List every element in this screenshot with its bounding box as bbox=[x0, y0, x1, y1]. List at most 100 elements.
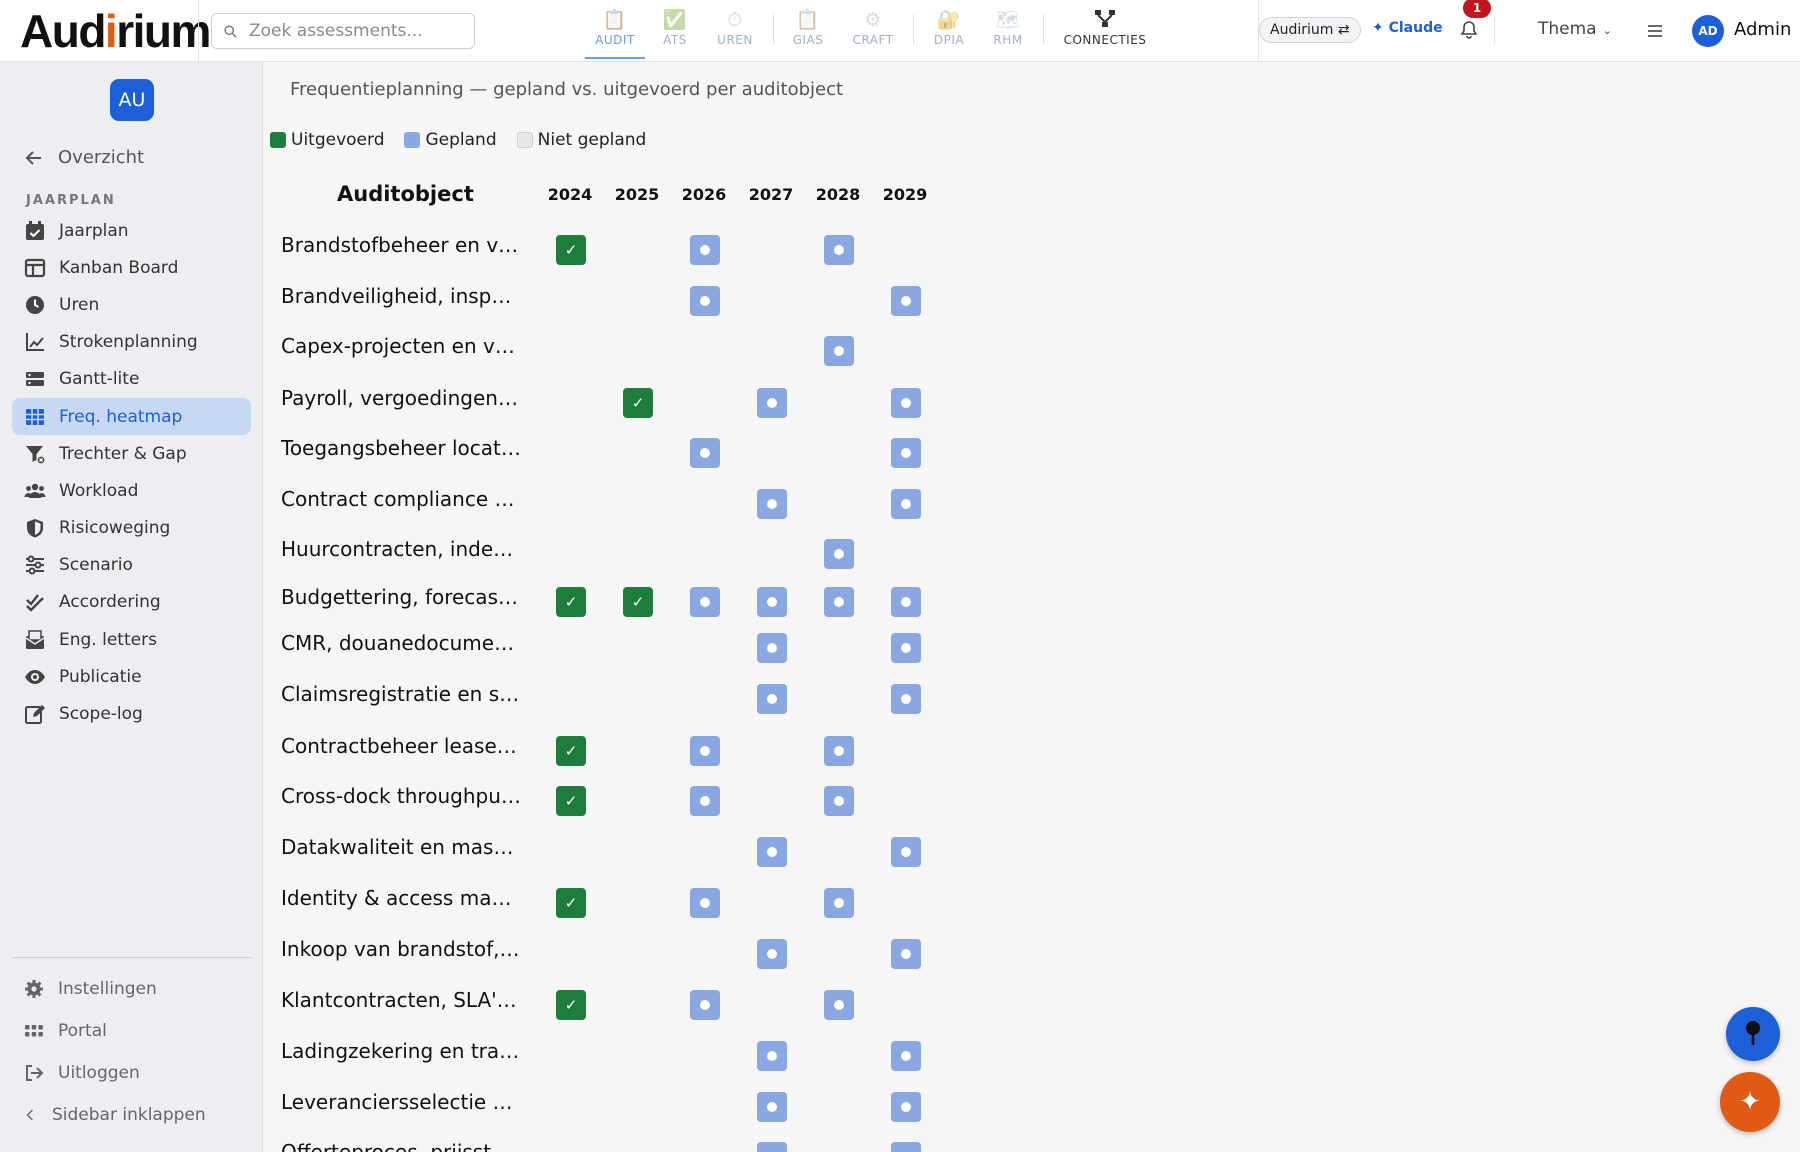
theme-dropdown[interactable]: Thema ⌄ bbox=[1538, 19, 1612, 39]
heatmap-cell-planned[interactable] bbox=[824, 786, 854, 816]
table-row[interactable]: Toegangsbeheer locat… bbox=[264, 428, 964, 468]
sidebar-item-uren[interactable]: Uren bbox=[12, 286, 251, 323]
module-tab-uren[interactable]: ⏱ UREN bbox=[705, 9, 765, 59]
user-avatar[interactable]: AD bbox=[1692, 15, 1724, 47]
table-row[interactable]: Klantcontracten, SLA'… ✓ bbox=[264, 980, 964, 1020]
heatmap-cell-planned[interactable] bbox=[690, 438, 720, 468]
heatmap-cell-planned[interactable] bbox=[824, 990, 854, 1020]
heatmap-cell-planned[interactable] bbox=[891, 684, 921, 714]
heatmap-cell-planned[interactable] bbox=[757, 388, 787, 418]
table-row[interactable]: Payroll, vergoedingen… ✓ bbox=[264, 378, 964, 418]
sidebar-item-accordering[interactable]: Accordering bbox=[12, 584, 251, 621]
heatmap-cell-planned[interactable] bbox=[824, 888, 854, 918]
claude-button[interactable]: ✦ Claude bbox=[1372, 20, 1443, 36]
heatmap-cell-planned[interactable] bbox=[891, 837, 921, 867]
table-row[interactable]: Identity & access ma… ✓ bbox=[264, 878, 964, 918]
table-row[interactable]: Offerteproces, prijsst… bbox=[264, 1132, 964, 1152]
heatmap-cell-planned[interactable] bbox=[757, 489, 787, 519]
sidebar-item-workload[interactable]: Workload bbox=[12, 472, 251, 509]
table-row[interactable]: Budgettering, forecas… ✓ ✓ bbox=[264, 577, 964, 617]
sidebar-item-risicoweging[interactable]: Risicoweging bbox=[12, 510, 251, 547]
sidebar-item-jaarplan[interactable]: Jaarplan bbox=[12, 212, 251, 249]
heatmap-cell-planned[interactable] bbox=[757, 1092, 787, 1122]
table-row[interactable]: Claimsregistratie en s… bbox=[264, 674, 964, 714]
heatmap-cell-planned[interactable] bbox=[757, 684, 787, 714]
search-box[interactable] bbox=[211, 13, 475, 49]
heatmap-cell-planned[interactable] bbox=[690, 736, 720, 766]
heatmap-cell-planned[interactable] bbox=[757, 837, 787, 867]
back-to-overview-link[interactable]: Overzicht bbox=[24, 147, 144, 168]
heatmap-cell-planned[interactable] bbox=[690, 235, 720, 265]
bell-icon[interactable] bbox=[1459, 20, 1479, 40]
module-tab-ats[interactable]: ✅ ATS bbox=[645, 9, 705, 59]
table-row[interactable]: Capex-projecten en v… bbox=[264, 326, 964, 366]
sidebar-item-freq-heatmap[interactable]: Freq. heatmap bbox=[12, 397, 251, 436]
heatmap-cell-planned[interactable] bbox=[891, 489, 921, 519]
heatmap-cell-planned[interactable] bbox=[757, 1142, 787, 1152]
table-row[interactable]: Contract compliance … bbox=[264, 479, 964, 519]
table-row[interactable]: Cross-dock throughpu… ✓ bbox=[264, 776, 964, 816]
heatmap-cell-planned[interactable] bbox=[891, 1041, 921, 1071]
heatmap-cell-done[interactable]: ✓ bbox=[556, 587, 586, 617]
module-tab-dpia[interactable]: 🔐 DPIA bbox=[919, 9, 979, 59]
heatmap-cell-planned[interactable] bbox=[690, 990, 720, 1020]
heatmap-cell-planned[interactable] bbox=[690, 786, 720, 816]
heatmap-cell-planned[interactable] bbox=[891, 587, 921, 617]
module-tab-connecties[interactable]: CONNECTIES bbox=[1060, 9, 1150, 59]
heatmap-cell-planned[interactable] bbox=[824, 587, 854, 617]
heatmap-cell-planned[interactable] bbox=[757, 1041, 787, 1071]
heatmap-cell-planned[interactable] bbox=[690, 587, 720, 617]
ai-assistant-button[interactable]: ✦ bbox=[1720, 1072, 1780, 1132]
workspace-avatar[interactable]: AU bbox=[110, 79, 154, 121]
table-row[interactable]: Brandveiligheid, insp… bbox=[264, 276, 964, 316]
heatmap-cell-done[interactable]: ✓ bbox=[556, 786, 586, 816]
heatmap-cell-planned[interactable] bbox=[757, 633, 787, 663]
heatmap-cell-done[interactable]: ✓ bbox=[556, 990, 586, 1020]
table-row[interactable]: Leveranciersselectie … bbox=[264, 1082, 964, 1122]
table-row[interactable]: Datakwaliteit en mas… bbox=[264, 827, 964, 867]
heatmap-cell-planned[interactable] bbox=[824, 736, 854, 766]
heatmap-cell-planned[interactable] bbox=[891, 939, 921, 969]
heatmap-cell-planned[interactable] bbox=[891, 633, 921, 663]
heatmap-cell-planned[interactable] bbox=[690, 286, 720, 316]
sidebar-item-scenario[interactable]: Scenario bbox=[12, 547, 251, 584]
sidebar-item-trechter-gap[interactable]: Trechter & Gap bbox=[12, 435, 251, 472]
heatmap-cell-done[interactable]: ✓ bbox=[623, 388, 653, 418]
heatmap-cell-planned[interactable] bbox=[824, 336, 854, 366]
sidebar-item-strokenplanning[interactable]: Strokenplanning bbox=[12, 324, 251, 361]
sidebar-item-scope-log[interactable]: Scope-log bbox=[12, 695, 251, 732]
table-row[interactable]: CMR, douanedocume… bbox=[264, 623, 964, 663]
heatmap-cell-planned[interactable] bbox=[891, 1142, 921, 1152]
module-tab-audit[interactable]: 📋 AUDIT bbox=[585, 9, 645, 59]
sidebar-item-uitloggen[interactable]: Uitloggen bbox=[24, 1063, 140, 1083]
module-tab-craft[interactable]: ⚙ CRAFT bbox=[843, 9, 903, 59]
search-input[interactable] bbox=[249, 21, 469, 41]
heatmap-cell-planned[interactable] bbox=[824, 235, 854, 265]
sidebar-collapse-button[interactable]: Sidebar inklappen bbox=[24, 1105, 206, 1125]
heatmap-cell-done[interactable]: ✓ bbox=[556, 235, 586, 265]
sidebar-item-kanban-board[interactable]: Kanban Board bbox=[12, 249, 251, 286]
user-name[interactable]: Admin bbox=[1734, 19, 1791, 40]
sidebar-item-instellingen[interactable]: Instellingen bbox=[24, 979, 157, 999]
sidebar-item-publicatie[interactable]: Publicatie bbox=[12, 658, 251, 695]
heatmap-cell-planned[interactable] bbox=[891, 388, 921, 418]
tenant-switcher[interactable]: Audirium ⇄ bbox=[1259, 17, 1361, 43]
heatmap-cell-planned[interactable] bbox=[891, 1092, 921, 1122]
heatmap-cell-planned[interactable] bbox=[757, 939, 787, 969]
heatmap-cell-done[interactable]: ✓ bbox=[556, 736, 586, 766]
heatmap-cell-planned[interactable] bbox=[891, 438, 921, 468]
heatmap-cell-planned[interactable] bbox=[891, 286, 921, 316]
module-tab-gias[interactable]: 📋 GIAS bbox=[778, 9, 838, 59]
app-logo[interactable]: Audirium bbox=[20, 6, 211, 56]
sidebar-item-eng-letters[interactable]: Eng. letters bbox=[12, 621, 251, 658]
heatmap-cell-planned[interactable] bbox=[690, 888, 720, 918]
table-row[interactable]: Huurcontracten, inde… bbox=[264, 529, 964, 569]
heatmap-cell-planned[interactable] bbox=[824, 539, 854, 569]
sidebar-item-gantt-lite[interactable]: Gantt-lite bbox=[12, 361, 251, 398]
table-row[interactable]: Inkoop van brandstof,… bbox=[264, 929, 964, 969]
sidebar-item-portal[interactable]: Portal bbox=[24, 1021, 107, 1041]
heatmap-cell-done[interactable]: ✓ bbox=[623, 587, 653, 617]
help-button[interactable] bbox=[1726, 1007, 1780, 1061]
table-row[interactable]: Ladingzekering en tra… bbox=[264, 1031, 964, 1071]
heatmap-cell-planned[interactable] bbox=[757, 587, 787, 617]
